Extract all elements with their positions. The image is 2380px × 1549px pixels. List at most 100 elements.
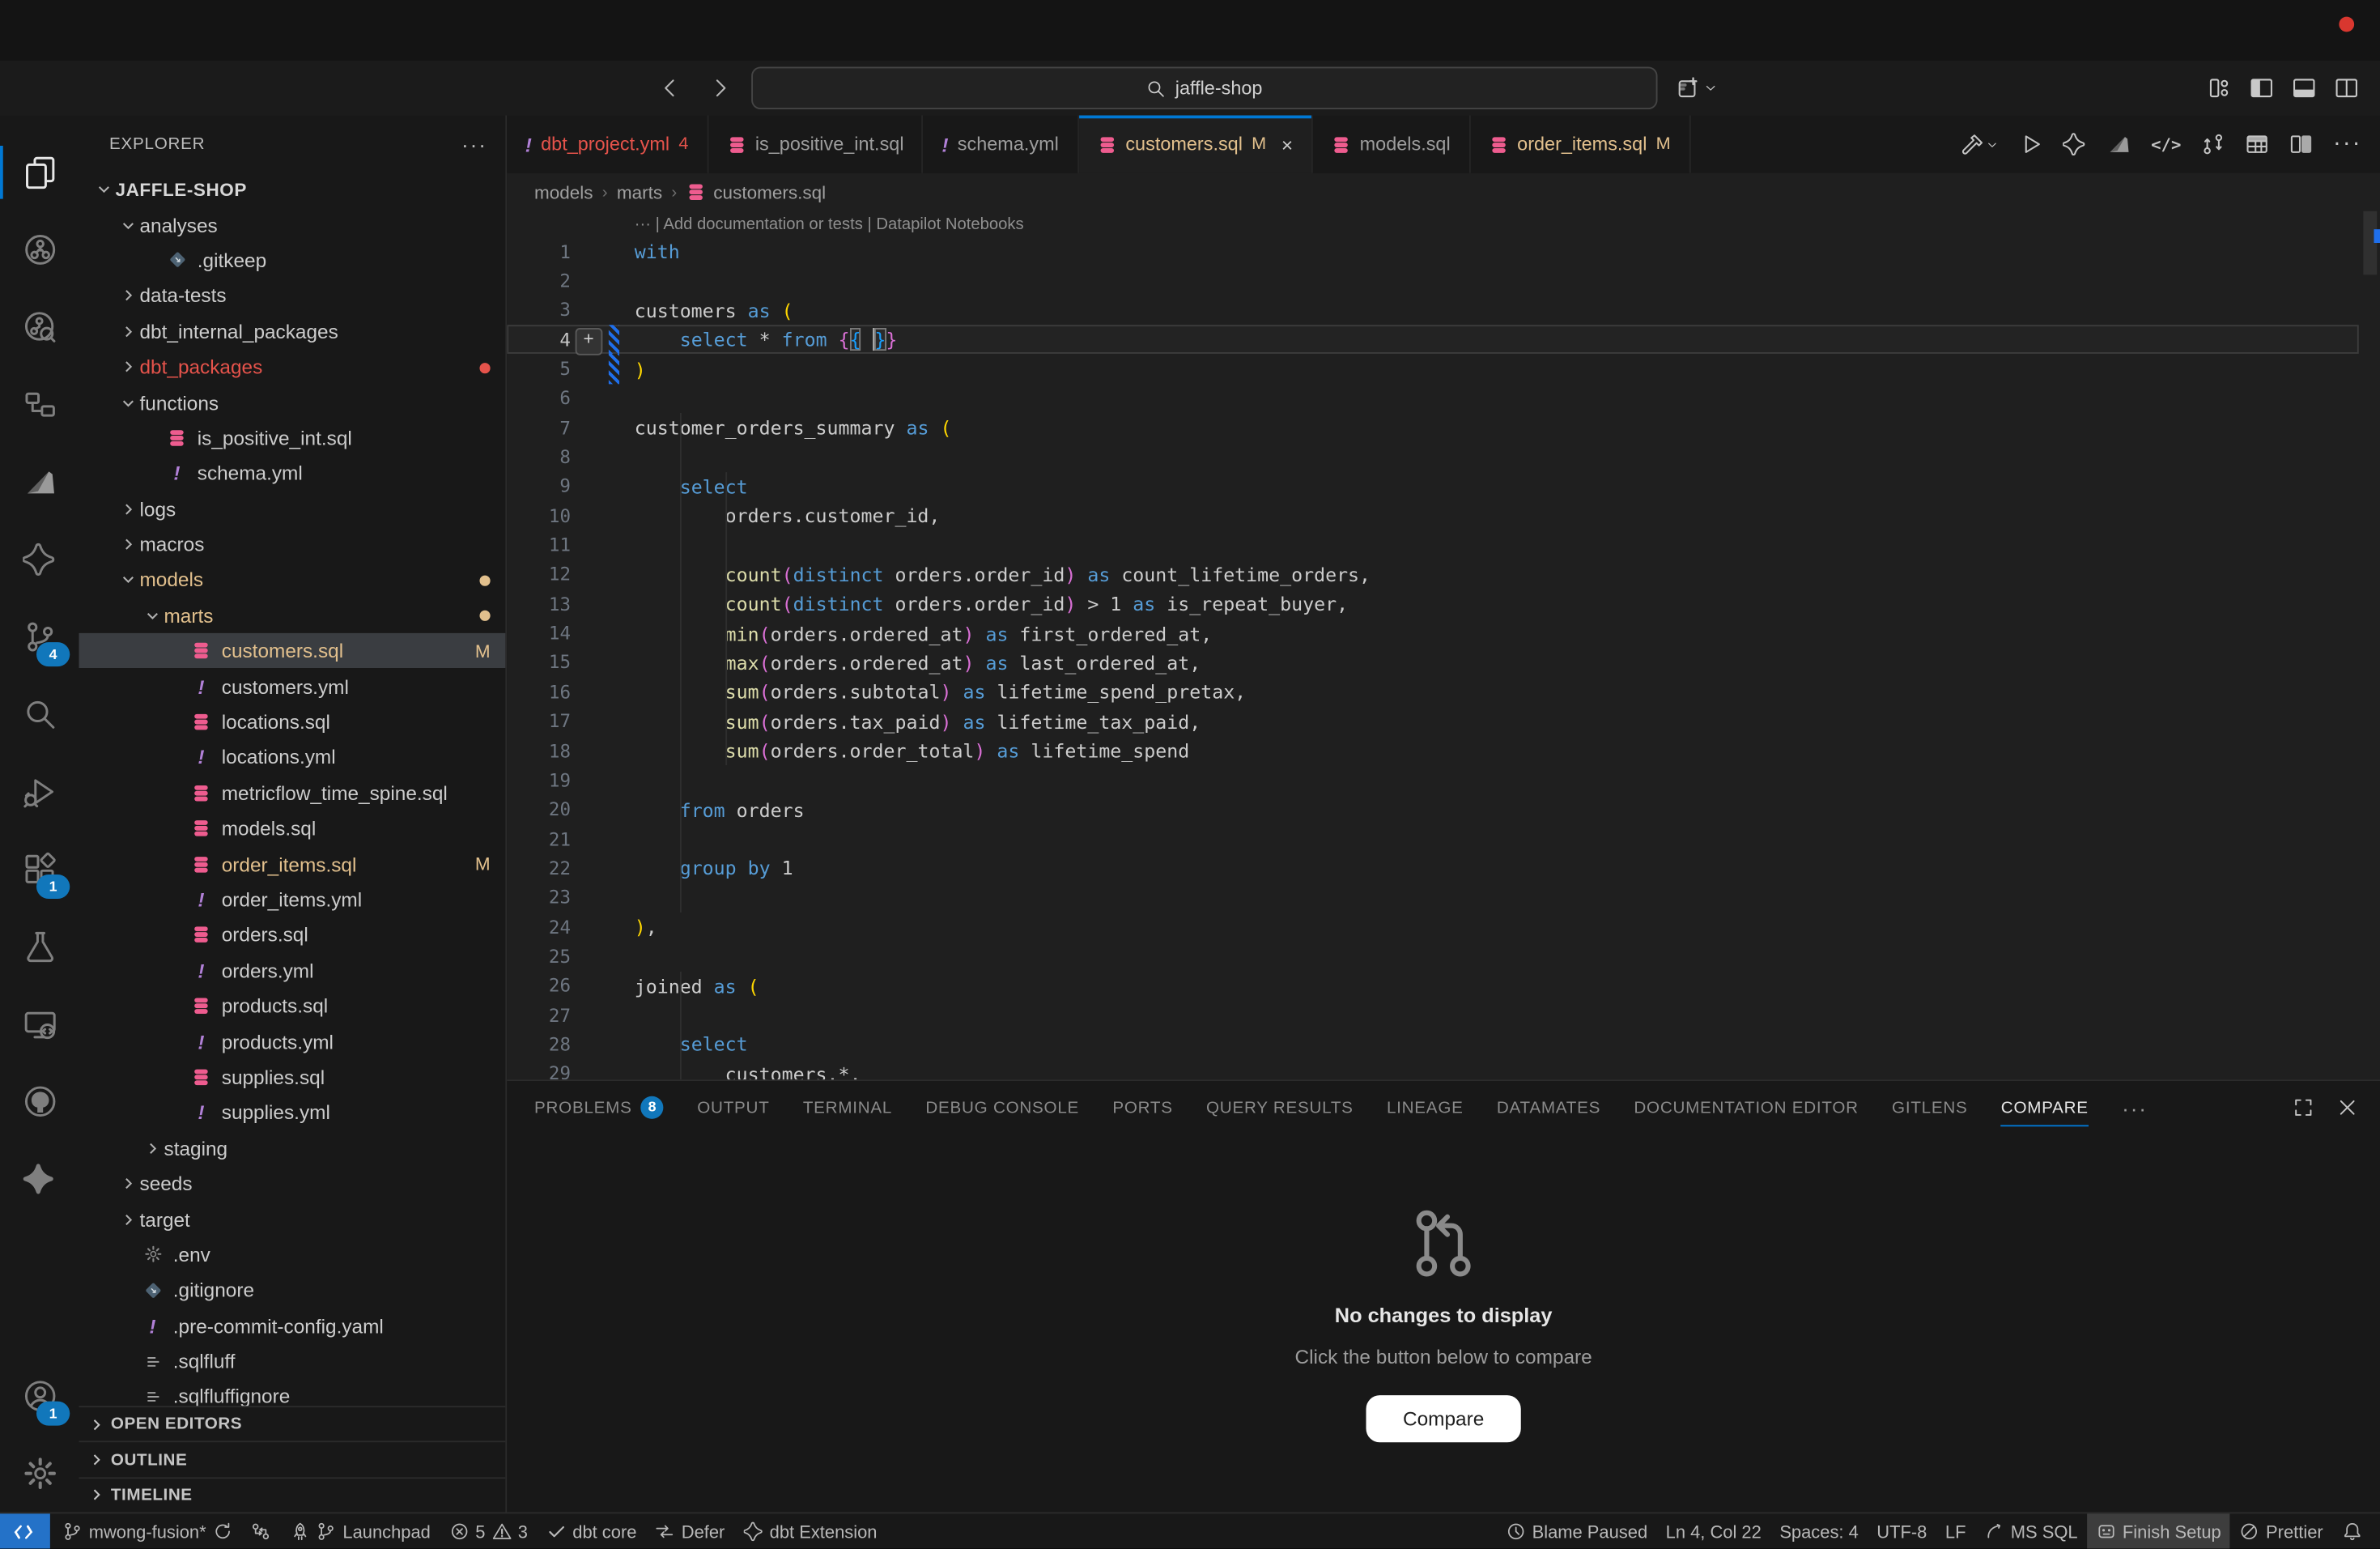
tree-folder-marts[interactable]: marts (79, 598, 506, 633)
code-line-7[interactable]: 7customer_orders_summary as ( (507, 413, 2359, 442)
run-model-icon[interactable] (2019, 132, 2043, 156)
sidebar-section-timeline[interactable]: TIMELINE (79, 1477, 506, 1513)
tree-file-schema-yml[interactable]: !schema.yml (79, 456, 506, 492)
panel-tab-gitlens[interactable]: GITLENS (1892, 1081, 1968, 1134)
status-language-mode[interactable]: MS SQL (1975, 1513, 2087, 1548)
dbt-action-icon[interactable] (2107, 132, 2131, 156)
code-line-17[interactable]: 17 sum(orders.tax_paid) as lifetime_tax_… (507, 707, 2359, 736)
tree-file-orders-sql[interactable]: orders.sql (79, 917, 506, 953)
query-results-icon[interactable] (2245, 132, 2269, 156)
tree-file-locations-yml[interactable]: !locations.yml (79, 740, 506, 776)
tree-folder-seeds[interactable]: seeds (79, 1166, 506, 1202)
tree-folder-models[interactable]: models (79, 562, 506, 598)
gutter-add-button[interactable]: + (576, 328, 602, 355)
toggle-panel-icon[interactable] (2292, 76, 2316, 100)
code-line-18[interactable]: 18 sum(orders.order_total) as lifetime_s… (507, 736, 2359, 765)
tab-schema-yml[interactable]: !schema.yml (924, 116, 1078, 173)
tree-file-customers-yml[interactable]: !customers.yml (79, 669, 506, 704)
tree-folder-target[interactable]: target (79, 1202, 506, 1237)
code-line-13[interactable]: 13 count(distinct orders.order_id) > 1 a… (507, 589, 2359, 619)
tree-file--gitkeep[interactable]: .gitkeep (79, 243, 506, 279)
activity-bar-settings[interactable] (0, 1435, 79, 1513)
tree-file-products-sql[interactable]: products.sql (79, 989, 506, 1024)
status-notifications[interactable] (2332, 1513, 2371, 1548)
code-line-26[interactable]: 26joined as ( (507, 971, 2359, 1000)
tab-dbt-project-yml[interactable]: !dbt_project.yml4 (507, 116, 708, 173)
activity-bar-dbt-view[interactable] (0, 444, 79, 521)
tab-models-sql[interactable]: models.sql (1313, 116, 1471, 173)
dbt-power-user-action-icon[interactable] (2063, 132, 2087, 156)
status-git-branch[interactable]: mwong-fusion* (53, 1513, 242, 1548)
sidebar-more-actions[interactable]: ··· (461, 131, 487, 155)
tree-file-products-yml[interactable]: !products.yml (79, 1023, 506, 1059)
breadcrumb-item[interactable]: customers.sql (686, 181, 827, 202)
panel-tab-query-results[interactable]: QUERY RESULTS (1206, 1081, 1354, 1134)
code-line-27[interactable]: 27 (507, 1001, 2359, 1030)
sidebar-section-outline[interactable]: OUTLINE (79, 1441, 506, 1477)
code-line-20[interactable]: 20 from orders (507, 795, 2359, 824)
toggle-secondary-sidebar-icon[interactable] (2335, 76, 2359, 100)
status-prettier[interactable]: Prettier (2230, 1513, 2332, 1548)
panel-tab-ports[interactable]: PORTS (1112, 1081, 1172, 1134)
tree-folder-macros[interactable]: macros (79, 526, 506, 562)
status-problems[interactable]: 53 (440, 1513, 537, 1548)
tree-file-orders-yml[interactable]: !orders.yml (79, 953, 506, 989)
panel-tab-lineage[interactable]: LINEAGE (1387, 1081, 1464, 1134)
codelens-actions[interactable]: ··· | Add documentation or tests | Datap… (635, 215, 1024, 234)
activity-bar-dbt-extension-view[interactable] (0, 1140, 79, 1218)
activity-bar-accounts[interactable]: 1 (0, 1357, 79, 1435)
more-actions-icon[interactable]: ··· (2333, 130, 2362, 158)
panel-more-tabs[interactable]: ··· (2122, 1096, 2148, 1120)
tree-file-supplies-sql[interactable]: supplies.sql (79, 1059, 506, 1095)
code-line-11[interactable]: 11 (507, 530, 2359, 560)
tree-folder-dbt-internal-packages[interactable]: dbt_internal_packages (79, 313, 506, 349)
code-line-21[interactable]: 21 (507, 824, 2359, 853)
tree-folder-jaffle-shop[interactable]: JAFFLE-SHOP (79, 172, 506, 207)
close-tab-icon[interactable]: × (1281, 133, 1293, 155)
code-line-12[interactable]: 12 count(distinct orders.order_id) as co… (507, 560, 2359, 589)
tree-file--gitignore[interactable]: .gitignore (79, 1272, 506, 1308)
activity-bar-testing[interactable] (0, 908, 79, 985)
activity-bar-run-debug[interactable] (0, 753, 79, 831)
code-line-29[interactable]: 29 customers.*, (507, 1059, 2359, 1079)
tree-file-metricflow-time-spine-sql[interactable]: metricflow_time_spine.sql (79, 775, 506, 811)
status-launchpad[interactable]: Launchpad (281, 1513, 440, 1548)
code-line-3[interactable]: 3customers as ( (507, 296, 2359, 325)
git-compare-icon[interactable] (2201, 132, 2225, 156)
tree-file-customers-sql[interactable]: customers.sqlM (79, 633, 506, 669)
forward-arrow-icon[interactable] (709, 76, 733, 100)
tree-folder-logs[interactable]: logs (79, 492, 506, 527)
status-dbt-core[interactable]: dbt core (537, 1513, 646, 1548)
panel-tab-terminal[interactable]: TERMINAL (803, 1081, 892, 1134)
tree-folder-functions[interactable]: functions (79, 385, 506, 420)
tree-folder-data-tests[interactable]: data-tests (79, 278, 506, 313)
status-eol[interactable]: LF (1936, 1513, 1975, 1548)
activity-bar-github[interactable] (0, 1063, 79, 1141)
status-defer[interactable]: Defer (646, 1513, 734, 1548)
code-line-16[interactable]: 16 sum(orders.subtotal) as lifetime_spen… (507, 678, 2359, 707)
status-blame-status[interactable]: Blame Paused (1497, 1513, 1657, 1548)
tab-is-positive-int-sql[interactable]: is_positive_int.sql (708, 116, 924, 173)
split-editor-icon[interactable] (2289, 132, 2314, 156)
activity-bar-flowchart-view[interactable] (0, 366, 79, 444)
tree-file-supplies-yml[interactable]: !supplies.yml (79, 1095, 506, 1130)
tree-file--env[interactable]: .env (79, 1237, 506, 1273)
code-line-6[interactable]: 6 (507, 384, 2359, 413)
status-finish-setup[interactable]: Finish Setup (2087, 1513, 2230, 1548)
activity-bar-remote-explorer[interactable] (0, 985, 79, 1063)
status-compare-changes[interactable] (242, 1513, 281, 1548)
code-line-4[interactable]: 4+ select * from {{ }} (507, 325, 2359, 354)
tree-folder-dbt-packages[interactable]: dbt_packages (79, 349, 506, 385)
compiled-code-icon[interactable]: </> (2151, 134, 2181, 154)
status-dbt-extension[interactable]: dbt Extension (734, 1513, 886, 1548)
status-cursor-position[interactable]: Ln 4, Col 22 (1656, 1513, 1770, 1548)
activity-bar-search[interactable] (0, 675, 79, 753)
activity-bar-extensions[interactable]: 1 (0, 831, 79, 909)
code-line-1[interactable]: 1with (507, 237, 2359, 266)
back-arrow-icon[interactable] (657, 76, 682, 100)
panel-tab-output[interactable]: OUTPUT (697, 1081, 769, 1134)
build-dropdown-icon[interactable] (1961, 132, 2000, 156)
customize-layout-icon[interactable] (2207, 76, 2231, 100)
panel-tab-datamates[interactable]: DATAMATES (1497, 1081, 1600, 1134)
activity-bar-explorer[interactable] (0, 134, 79, 211)
